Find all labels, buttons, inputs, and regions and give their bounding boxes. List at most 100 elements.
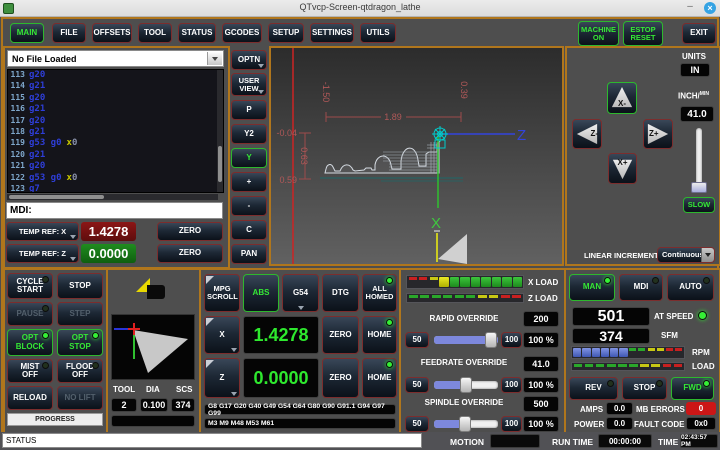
temp-ref-x-zero-button[interactable]: ZERO xyxy=(157,222,223,241)
slider-thumb[interactable] xyxy=(485,332,497,348)
linear-increment-combo[interactable]: Continuous xyxy=(657,247,715,263)
x-axis-button[interactable]: X xyxy=(204,316,240,354)
z-home-button[interactable]: HOME xyxy=(362,358,397,398)
line-number: 122 xyxy=(8,173,25,182)
view-zoom-out-button[interactable]: - xyxy=(231,196,267,216)
view-y-button[interactable]: Y xyxy=(231,148,267,168)
tab-main[interactable]: MAIN xyxy=(10,23,44,43)
spindle-rev-button[interactable]: REV xyxy=(569,377,618,400)
view-clear-button[interactable]: C xyxy=(231,220,267,240)
active-gcodes-display: G8 G17 G20 G40 G49 G54 G64 G80 G90 G91.1… xyxy=(204,404,396,415)
minimize-button[interactable]: – xyxy=(684,1,696,13)
dim-left-bottom-label: 0.59 xyxy=(279,175,297,185)
jog-rate-slider[interactable] xyxy=(696,128,702,188)
machine-on-button[interactable]: MACHINE ON xyxy=(578,21,619,46)
program-stop-button[interactable]: STOP xyxy=(57,273,103,299)
z-axis-button[interactable]: Z xyxy=(204,358,240,398)
z-load-label: Z LOAD xyxy=(528,294,558,303)
tab-gcodes[interactable]: GCODES xyxy=(222,23,262,43)
dim-top-right-label: 0.39 xyxy=(459,81,469,99)
view-optn-button[interactable]: OPTN xyxy=(231,50,267,70)
step-button[interactable]: STEP xyxy=(57,302,103,326)
cycle-start-button[interactable]: CYCLE START xyxy=(7,273,53,299)
feed-max-button[interactable]: 100 xyxy=(501,377,522,393)
z-zero-button[interactable]: ZERO xyxy=(322,358,359,398)
flood-button[interactable]: FLOOD OFF xyxy=(57,359,103,383)
feed-min-button[interactable]: 50 xyxy=(405,377,429,393)
view-y2-button[interactable]: Y2 xyxy=(231,124,267,144)
spindle-fwd-button[interactable]: FWD xyxy=(671,377,714,400)
mdi-mode-button[interactable]: MDI xyxy=(619,274,663,301)
tab-setup[interactable]: SETUP xyxy=(268,23,304,43)
z-dro-display: 0.0000 xyxy=(243,358,319,398)
slider-thumb[interactable] xyxy=(459,416,471,432)
temp-ref-z-zero-button[interactable]: ZERO xyxy=(157,244,223,263)
opt-block-button[interactable]: OPT BLOCK xyxy=(7,329,53,356)
abs-button[interactable]: ABS xyxy=(243,274,279,312)
auto-mode-button[interactable]: AUTO xyxy=(667,274,714,301)
spindle-panel: MAN MDI AUTO 501 AT SPEED 374 SFM RPM LO… xyxy=(564,268,720,434)
view-zoom-in-button[interactable]: + xyxy=(231,172,267,192)
gcode-preview[interactable]: 1.89 -1.50 0.39 -0.04 0.63 0.59 Z X xyxy=(269,46,564,266)
g54-button[interactable]: G54 xyxy=(282,274,319,312)
mpg-scroll-button[interactable]: MPG SCROLL xyxy=(204,274,240,312)
view-user-view-button[interactable]: USER VIEW xyxy=(231,73,267,96)
feed-override-slider[interactable] xyxy=(434,381,498,389)
rapid-min-button[interactable]: 50 xyxy=(405,332,429,348)
slider-thumb[interactable] xyxy=(460,377,472,393)
rapid-max-button[interactable]: 100 xyxy=(501,332,522,348)
mist-button[interactable]: MIST OFF xyxy=(7,359,53,383)
mdi-entry[interactable] xyxy=(6,202,223,219)
jog-x-plus-button[interactable]: X+ xyxy=(608,153,637,184)
temp-ref-z-button[interactable]: TEMP REF: Z xyxy=(6,244,79,263)
x-home-button[interactable]: HOME xyxy=(362,316,397,354)
close-button[interactable]: × xyxy=(704,2,716,14)
view-pan-button[interactable]: PAN xyxy=(231,244,267,264)
estop-reset-button[interactable]: ESTOP RESET xyxy=(623,21,663,46)
man-mode-button[interactable]: MAN xyxy=(569,274,615,301)
no-lift-button[interactable]: NO LIFT xyxy=(57,386,103,410)
dtg-button[interactable]: DTG xyxy=(322,274,359,312)
jog-slow-button[interactable]: SLOW xyxy=(683,197,715,213)
chevron-down-icon xyxy=(258,90,264,94)
view-p-button[interactable]: P xyxy=(231,100,267,120)
pause-button[interactable]: PAUSE xyxy=(7,302,53,326)
chevron-down-icon[interactable] xyxy=(207,52,222,65)
x-dro-display: 1.4278 xyxy=(243,316,319,354)
x-zero-button[interactable]: ZERO xyxy=(322,316,359,354)
rapid-override-slider[interactable] xyxy=(434,336,498,344)
tab-offsets[interactable]: OFFSETS xyxy=(92,23,132,43)
jog-rate-slider-thumb[interactable] xyxy=(691,182,707,193)
vertical-scrollbar[interactable] xyxy=(217,70,223,192)
gcode-list[interactable]: 113g20 114g21 115g20 116g21 117g20 118g2… xyxy=(7,69,224,193)
spindle-override-slider[interactable] xyxy=(434,420,498,428)
tool-label: TOOL xyxy=(113,385,135,394)
rapid-override-pct: 100 % xyxy=(523,332,559,348)
tab-status[interactable]: STATUS xyxy=(178,23,216,43)
line-number: 119 xyxy=(8,138,25,147)
jog-z-minus-button[interactable]: Z- xyxy=(572,119,602,149)
tab-file[interactable]: FILE xyxy=(52,23,86,43)
horizontal-scrollbar[interactable] xyxy=(7,194,218,200)
temp-ref-x-button[interactable]: TEMP REF: X xyxy=(6,222,79,241)
jog-x-minus-button[interactable]: X- xyxy=(607,82,637,114)
amps-display: 0.0 xyxy=(606,402,633,415)
tab-settings[interactable]: SETTINGS xyxy=(310,23,354,43)
spindle-max-button[interactable]: 100 xyxy=(501,416,522,432)
file-combo[interactable]: No File Loaded xyxy=(7,50,224,67)
tab-utils[interactable]: UTILS xyxy=(360,23,396,43)
gcode-text: g21 xyxy=(29,81,45,91)
all-homed-button[interactable]: ALL HOMED xyxy=(362,274,397,312)
jog-z-plus-button[interactable]: Z+ xyxy=(643,119,673,149)
temp-ref-z-value: 0.0000 xyxy=(81,244,136,263)
jog-rate-display: 41.0 xyxy=(680,106,714,122)
reload-button[interactable]: RELOAD xyxy=(7,386,53,410)
exit-button[interactable]: EXIT xyxy=(682,23,716,44)
opt-stop-button[interactable]: OPT STOP xyxy=(57,329,103,356)
line-number: 115 xyxy=(8,93,25,102)
fold-corner-icon xyxy=(206,276,214,284)
tab-tool[interactable]: TOOL xyxy=(138,23,172,43)
gcode-text: g20 xyxy=(29,93,45,103)
spindle-stop-button[interactable]: STOP xyxy=(622,377,667,400)
spindle-min-button[interactable]: 50 xyxy=(405,416,429,432)
